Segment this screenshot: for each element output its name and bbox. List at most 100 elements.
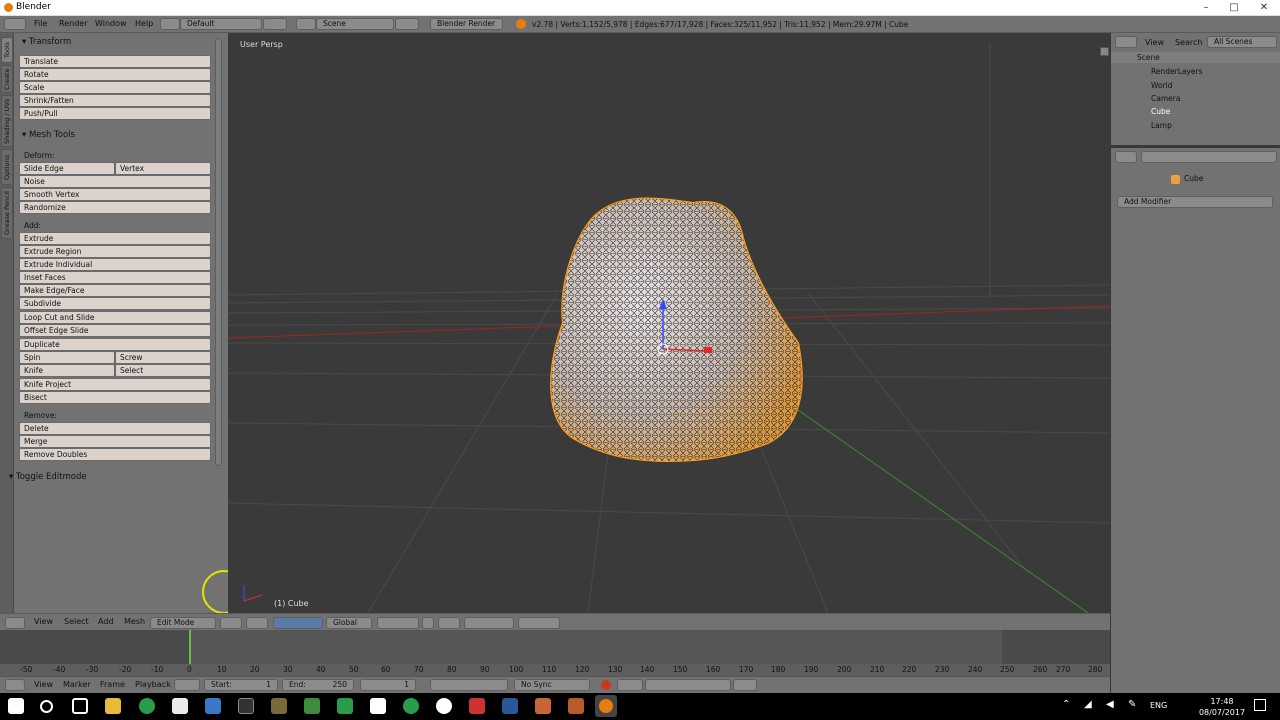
outliner-row-world[interactable]: World bbox=[1151, 81, 1173, 90]
vp-menu-mesh[interactable]: Mesh bbox=[124, 617, 145, 626]
terminal-icon[interactable] bbox=[238, 698, 254, 714]
extrude-individual-button[interactable]: Extrude Individual bbox=[19, 258, 211, 271]
minecraft-icon[interactable] bbox=[304, 698, 320, 714]
visibility-toggles[interactable] bbox=[1243, 93, 1277, 133]
tab-grease-pencil[interactable]: Grease Pencil bbox=[1, 187, 13, 239]
merge-dropdown[interactable]: Merge bbox=[19, 435, 211, 448]
outliner-row-lamp[interactable]: Lamp bbox=[1151, 121, 1172, 130]
editor-type-3dview-icon[interactable] bbox=[5, 617, 25, 629]
pivot-select-icon[interactable] bbox=[246, 617, 268, 629]
maximize-button[interactable]: □ bbox=[1220, 0, 1248, 16]
snap-tools-icon[interactable] bbox=[464, 617, 514, 629]
pin-icon[interactable] bbox=[1121, 175, 1155, 185]
vp-menu-select[interactable]: Select bbox=[64, 617, 89, 626]
tab-create[interactable]: Create bbox=[1, 65, 13, 93]
clock-time[interactable]: 17:48 bbox=[1200, 697, 1244, 706]
display-mode-select[interactable]: All Scenes bbox=[1207, 36, 1277, 48]
layout-browse-icon[interactable] bbox=[160, 18, 180, 30]
obs-icon[interactable] bbox=[436, 698, 452, 714]
app-icon-7[interactable] bbox=[271, 698, 287, 714]
knife-button[interactable]: Knife bbox=[19, 364, 115, 377]
outliner-row-renderlayers[interactable]: RenderLayers bbox=[1151, 67, 1203, 76]
push-pull-button[interactable]: Push/Pull bbox=[19, 107, 211, 120]
subdivide-button[interactable]: Subdivide bbox=[19, 297, 211, 310]
orientation-select[interactable]: Global bbox=[326, 617, 372, 629]
inset-faces-button[interactable]: Inset Faces bbox=[19, 271, 211, 284]
app-icon-16[interactable] bbox=[568, 698, 584, 714]
spin-button[interactable]: Spin bbox=[19, 351, 115, 364]
app-icon-13[interactable] bbox=[469, 698, 485, 714]
scene-field[interactable]: Scene bbox=[316, 18, 394, 30]
remove-doubles-button[interactable]: Remove Doubles bbox=[19, 448, 211, 461]
tl-menu-frame[interactable]: Frame bbox=[100, 680, 125, 689]
editor-type-properties-icon[interactable] bbox=[1115, 151, 1137, 163]
editor-type-timeline-icon[interactable] bbox=[5, 679, 25, 691]
action-center-icon[interactable] bbox=[1254, 699, 1266, 711]
layout-add-remove-icon[interactable] bbox=[263, 18, 287, 30]
file-explorer-icon[interactable] bbox=[105, 698, 121, 714]
close-window-button[interactable]: ✕ bbox=[1250, 0, 1278, 16]
chrome-icon-2[interactable] bbox=[403, 698, 419, 714]
outliner-row-scene[interactable]: Scene bbox=[1111, 52, 1280, 63]
preview-range-icon[interactable] bbox=[174, 679, 200, 691]
timeline-area[interactable]: -50 -40 -30 -20 -10 0 10 20 30 40 50 60 … bbox=[0, 630, 1110, 677]
task-view-icon[interactable] bbox=[72, 698, 88, 714]
noise-button[interactable]: Noise bbox=[19, 175, 211, 188]
tray-chevron-icon[interactable]: ⌃ bbox=[1062, 699, 1070, 710]
scene-browse-icon[interactable] bbox=[296, 18, 316, 30]
render-engine-select[interactable]: Blender Render bbox=[430, 18, 503, 30]
menu-file[interactable]: File bbox=[34, 19, 47, 28]
current-frame-field[interactable]: 1 bbox=[360, 679, 416, 691]
limit-selection-icon[interactable] bbox=[422, 617, 434, 629]
translate-button[interactable]: Translate bbox=[19, 55, 211, 68]
slide-edge-button[interactable]: Slide Edge bbox=[19, 162, 115, 175]
transform-panel-header[interactable]: ▾ Transform bbox=[22, 37, 71, 47]
delete-dropdown[interactable]: Delete bbox=[19, 422, 211, 435]
current-frame-line[interactable] bbox=[189, 630, 191, 668]
extrude-dropdown[interactable]: Extrude bbox=[19, 232, 211, 245]
tl-menu-marker[interactable]: Marker bbox=[63, 680, 91, 689]
render-preview-icon[interactable] bbox=[518, 617, 560, 629]
editor-type-info-icon[interactable] bbox=[4, 18, 26, 30]
insert-delete-keyframe-icon[interactable] bbox=[733, 679, 757, 691]
chrome-icon[interactable] bbox=[139, 698, 155, 714]
select-mode-icons[interactable] bbox=[377, 617, 419, 629]
properties-context-tabs[interactable] bbox=[1141, 151, 1277, 163]
bisect-button[interactable]: Bisect bbox=[19, 391, 211, 404]
active-keying-set-field[interactable] bbox=[645, 679, 731, 691]
knife-select-button[interactable]: Select bbox=[115, 364, 211, 377]
editor-type-outliner-icon[interactable] bbox=[1115, 36, 1137, 48]
viewport-plus-icon[interactable] bbox=[1100, 47, 1109, 56]
randomize-button[interactable]: Randomize bbox=[19, 201, 211, 214]
smooth-vertex-button[interactable]: Smooth Vertex bbox=[19, 188, 211, 201]
duplicate-button[interactable]: Duplicate bbox=[19, 338, 211, 351]
outliner-row-cube[interactable]: Cube bbox=[1151, 107, 1170, 116]
playback-controls-icon[interactable] bbox=[430, 679, 508, 691]
extrude-region-button[interactable]: Extrude Region bbox=[19, 245, 211, 258]
keying-set-icon[interactable] bbox=[617, 679, 643, 691]
tab-tools[interactable]: Tools bbox=[1, 37, 13, 63]
rotate-button[interactable]: Rotate bbox=[19, 68, 211, 81]
app-icon-9[interactable] bbox=[337, 698, 353, 714]
tab-shading-uvs[interactable]: Shading / UVs bbox=[1, 95, 13, 147]
knife-project-button[interactable]: Knife Project bbox=[19, 378, 211, 391]
shrink-fatten-button[interactable]: Shrink/Fatten bbox=[19, 94, 211, 107]
outliner-row-camera[interactable]: Camera bbox=[1151, 94, 1180, 103]
scale-button[interactable]: Scale bbox=[19, 81, 211, 94]
3d-viewport[interactable]: User Persp (1) Cube bbox=[228, 33, 1110, 613]
document-icon[interactable] bbox=[172, 698, 188, 714]
mail-icon[interactable] bbox=[370, 698, 386, 714]
minimize-button[interactable]: – bbox=[1192, 0, 1220, 16]
screw-button[interactable]: Screw bbox=[115, 351, 211, 364]
loop-cut-button[interactable]: Loop Cut and Slide bbox=[19, 311, 211, 324]
clock-date[interactable]: 08/07/2017 bbox=[1196, 708, 1248, 717]
vp-menu-add[interactable]: Add bbox=[98, 617, 114, 626]
menu-render[interactable]: Render bbox=[59, 19, 87, 28]
menu-window[interactable]: Window bbox=[95, 19, 127, 28]
blender-taskbar-active[interactable] bbox=[595, 695, 617, 717]
tool-shelf-scrollbar[interactable] bbox=[215, 38, 222, 466]
menu-help[interactable]: Help bbox=[135, 19, 153, 28]
screen-layout-field[interactable]: Default bbox=[180, 18, 262, 30]
volume-icon[interactable]: ◀ bbox=[1106, 699, 1114, 710]
shading-select-icon[interactable] bbox=[220, 617, 242, 629]
